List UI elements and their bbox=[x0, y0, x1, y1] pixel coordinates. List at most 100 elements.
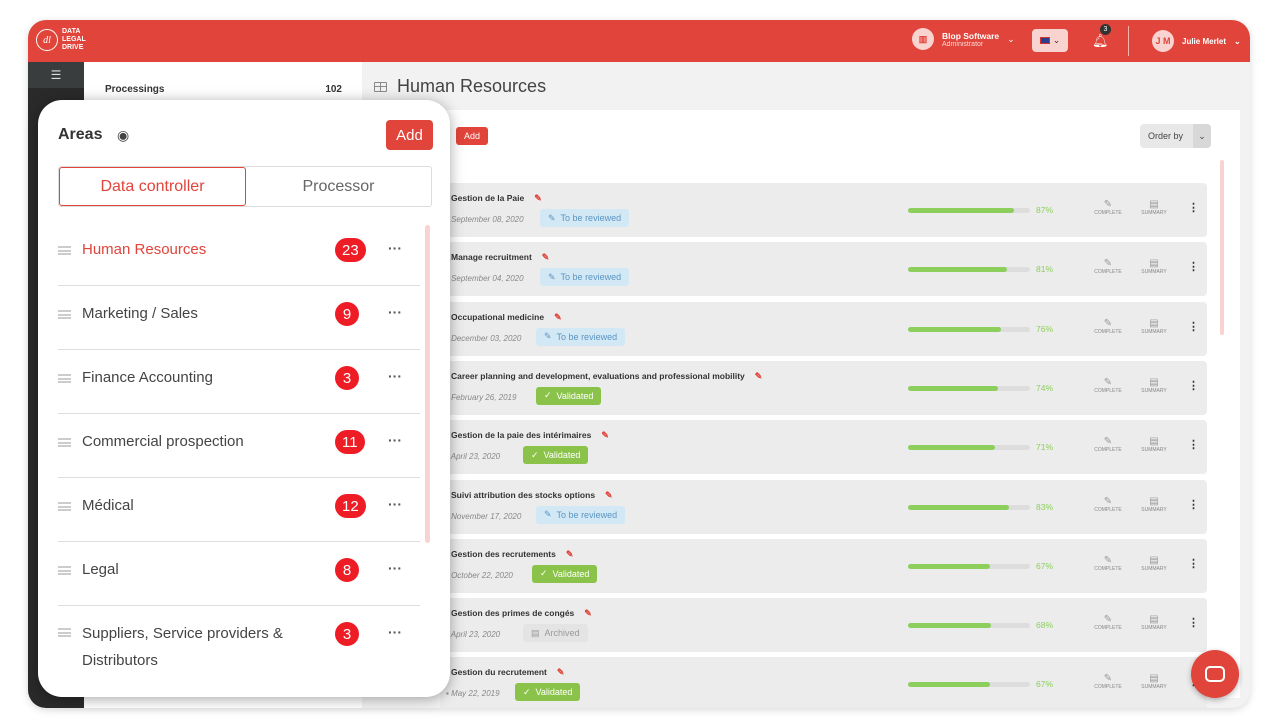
table-row[interactable]: Suivi attribution des stocks options ✎ ▪ … bbox=[440, 479, 1207, 534]
complete-label: COMPLETE bbox=[1094, 447, 1122, 454]
date-text: December 03, 2020 bbox=[451, 333, 522, 343]
processing-name: Gestion des recrutements bbox=[451, 548, 556, 559]
processing-title[interactable]: Gestion de la Paie ✎ bbox=[451, 193, 542, 204]
more-options-icon[interactable]: ··· bbox=[388, 240, 402, 256]
processing-title[interactable]: Career planning and development, evaluat… bbox=[451, 371, 762, 382]
table-row[interactable]: Manage recruitment ✎ ▪ September 04, 2020… bbox=[440, 242, 1207, 297]
processing-title[interactable]: Gestion de la paie des intérimaires ✎ bbox=[451, 430, 609, 441]
more-options-icon[interactable]: ··· bbox=[388, 304, 402, 320]
pencil-icon[interactable]: ✎ bbox=[584, 608, 592, 619]
table-row[interactable]: Gestion de la paie des intérimaires ✎ ▪ A… bbox=[440, 420, 1207, 475]
area-item[interactable]: Human Resources 23 ··· bbox=[58, 222, 420, 286]
summary-button[interactable]: ▤ SUMMARY bbox=[1134, 258, 1174, 275]
complete-button[interactable]: ✎ COMPLETE bbox=[1088, 377, 1128, 394]
complete-label: COMPLETE bbox=[1094, 210, 1122, 216]
complete-button[interactable]: ✎ COMPLETE bbox=[1088, 496, 1128, 513]
drag-handle-icon[interactable] bbox=[58, 502, 71, 511]
processing-title[interactable]: Gestion des recrutements ✎ bbox=[451, 549, 573, 560]
summary-button[interactable]: ▤ SUMMARY bbox=[1134, 318, 1174, 335]
table-row[interactable]: Gestion des primes de congés ✎ ▪ April 23… bbox=[440, 598, 1207, 653]
processings-item[interactable]: Processings 102 bbox=[105, 84, 342, 95]
complete-button[interactable]: ✎ COMPLETE bbox=[1088, 614, 1128, 631]
more-options-icon[interactable]: ⋮ bbox=[1188, 557, 1199, 570]
pencil-icon[interactable]: ✎ bbox=[554, 312, 562, 323]
drag-handle-icon[interactable] bbox=[58, 310, 71, 319]
processing-title[interactable]: Gestion des primes de congés ✎ bbox=[451, 608, 592, 619]
more-options-icon[interactable]: ⋮ bbox=[1188, 438, 1199, 451]
more-options-icon[interactable]: ··· bbox=[388, 624, 402, 640]
complete-button[interactable]: ✎ COMPLETE bbox=[1088, 318, 1128, 335]
pencil-icon[interactable]: ✎ bbox=[566, 549, 574, 560]
pencil-icon[interactable]: ✎ bbox=[557, 667, 565, 678]
drag-handle-icon[interactable] bbox=[58, 246, 71, 255]
tab-data-controller[interactable]: Data controller bbox=[59, 167, 246, 206]
complete-button[interactable]: ✎ COMPLETE bbox=[1088, 555, 1128, 572]
summary-button[interactable]: ▤ SUMMARY bbox=[1134, 673, 1174, 690]
table-row[interactable]: Gestion de la Paie ✎ ▪ September 08, 2020… bbox=[440, 183, 1207, 237]
drag-handle-icon[interactable] bbox=[58, 438, 71, 447]
more-options-icon[interactable]: ⋮ bbox=[1188, 320, 1199, 333]
add-area-button[interactable]: Add bbox=[386, 120, 433, 150]
more-options-icon[interactable]: ··· bbox=[388, 368, 402, 384]
scrollbar[interactable] bbox=[1220, 160, 1224, 335]
complete-button[interactable]: ✎ COMPLETE bbox=[1088, 673, 1128, 690]
logo[interactable]: dl DATA LEGAL DRIVE bbox=[36, 28, 88, 52]
pencil-icon[interactable]: ✎ bbox=[534, 193, 542, 204]
bell-icon[interactable]: 🔔︎ bbox=[1092, 33, 1109, 49]
processing-title[interactable]: Occupational medicine ✎ bbox=[451, 312, 562, 323]
processing-title[interactable]: Suivi attribution des stocks options ✎ bbox=[451, 490, 613, 501]
processing-title[interactable]: Manage recruitment ✎ bbox=[451, 252, 549, 263]
table-row[interactable]: Gestion du recrutement ✎ ▪ May 22, 2019 ✓… bbox=[440, 657, 1207, 708]
area-item[interactable]: Marketing / Sales 9 ··· bbox=[58, 286, 420, 350]
more-options-icon[interactable]: ··· bbox=[388, 560, 402, 576]
drag-handle-icon[interactable] bbox=[58, 374, 71, 383]
area-item[interactable]: Médical 12 ··· bbox=[58, 478, 420, 542]
chat-button[interactable] bbox=[1191, 650, 1239, 698]
language-selector[interactable]: ⌄ bbox=[1032, 29, 1068, 52]
more-options-icon[interactable]: ⋮ bbox=[1188, 616, 1199, 629]
order-by-select[interactable]: Order by ⌄ bbox=[1140, 124, 1211, 148]
more-options-icon[interactable]: ··· bbox=[388, 432, 402, 448]
user-menu[interactable]: J M Julie Merlet ⌄ bbox=[1152, 30, 1241, 52]
more-options-icon[interactable]: ⋮ bbox=[1188, 379, 1199, 392]
more-options-icon[interactable]: ⋮ bbox=[1188, 498, 1199, 511]
processing-title[interactable]: Gestion du recrutement ✎ bbox=[451, 667, 564, 678]
area-item[interactable]: Legal 8 ··· bbox=[58, 542, 420, 606]
summary-button[interactable]: ▤ SUMMARY bbox=[1134, 496, 1174, 513]
more-options-icon[interactable]: ⋮ bbox=[1188, 260, 1199, 273]
table-row[interactable]: Occupational medicine ✎ ▪ December 03, 20… bbox=[440, 301, 1207, 356]
more-options-icon[interactable]: ··· bbox=[388, 496, 402, 512]
area-item[interactable]: Commercial prospection 11 ··· bbox=[58, 414, 420, 478]
area-item[interactable]: Finance Accounting 3 ··· bbox=[58, 350, 420, 414]
add-processing-button[interactable]: Add bbox=[456, 127, 489, 145]
progress-bar bbox=[908, 385, 1030, 391]
complete-button[interactable]: ✎ COMPLETE bbox=[1088, 258, 1128, 275]
summary-button[interactable]: ▤ SUMMARY bbox=[1134, 555, 1174, 572]
status-badge: ▤ Archived bbox=[523, 624, 588, 643]
table-row[interactable]: Career planning and development, evaluat… bbox=[440, 360, 1207, 415]
eye-icon[interactable]: ◉ bbox=[117, 127, 129, 144]
area-name: Commercial prospection bbox=[82, 433, 244, 450]
tab-processor[interactable]: Processor bbox=[246, 167, 431, 206]
complete-button[interactable]: ✎ COMPLETE bbox=[1088, 199, 1128, 216]
summary-button[interactable]: ▤ SUMMARY bbox=[1134, 377, 1174, 394]
more-options-icon[interactable]: ⋮ bbox=[1188, 201, 1199, 214]
summary-button[interactable]: ▤ SUMMARY bbox=[1134, 614, 1174, 631]
pencil-icon[interactable]: ✎ bbox=[755, 371, 763, 382]
table-row[interactable]: Gestion des recrutements ✎ ▪ October 22, … bbox=[440, 538, 1207, 593]
status-badge: ✓ Validated bbox=[515, 683, 581, 702]
status-text: Validated bbox=[556, 390, 594, 401]
pencil-icon[interactable]: ✎ bbox=[601, 430, 609, 441]
drag-handle-icon[interactable] bbox=[58, 628, 71, 637]
complete-button[interactable]: ✎ COMPLETE bbox=[1088, 436, 1128, 453]
drag-handle-icon[interactable] bbox=[58, 566, 71, 575]
summary-button[interactable]: ▤ SUMMARY bbox=[1134, 199, 1174, 216]
pencil-icon[interactable]: ✎ bbox=[605, 490, 613, 501]
summary-button[interactable]: ▤ SUMMARY bbox=[1134, 436, 1174, 453]
organization-switcher[interactable]: ▥ Blop Software Administrator ⌄ bbox=[912, 28, 1015, 50]
menu-toggle-icon[interactable]: ☰ bbox=[28, 62, 84, 88]
area-item[interactable]: Suppliers, Service providers & Distribut… bbox=[58, 606, 420, 686]
complete-label: COMPLETE bbox=[1094, 625, 1122, 632]
pencil-icon[interactable]: ✎ bbox=[542, 252, 550, 263]
scrollbar[interactable] bbox=[425, 225, 430, 543]
